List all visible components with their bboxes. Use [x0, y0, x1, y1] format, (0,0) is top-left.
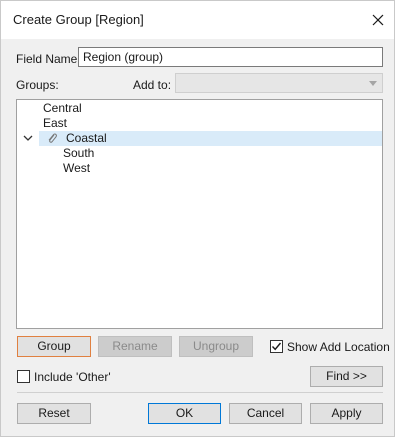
cancel-button[interactable]: Cancel: [229, 403, 302, 424]
close-icon[interactable]: [367, 9, 389, 31]
tree-item-label: South: [63, 146, 95, 160]
tree-item-label: Central: [43, 101, 82, 115]
reset-button[interactable]: Reset: [17, 403, 91, 424]
tree-item-label: West: [63, 161, 91, 175]
apply-button[interactable]: Apply: [310, 403, 383, 424]
show-add-location-label: Show Add Location: [287, 340, 390, 354]
field-name-input[interactable]: Region (group): [78, 47, 383, 67]
add-to-dropdown[interactable]: [175, 73, 383, 93]
divider: [17, 392, 383, 393]
rename-button[interactable]: Rename: [98, 336, 172, 357]
tree-item-east[interactable]: East: [43, 116, 67, 131]
tree-item-label: East: [43, 116, 68, 130]
field-name-label: Field Name:: [16, 52, 81, 66]
paperclip-icon: [45, 131, 59, 146]
include-other-checkbox[interactable]: [17, 370, 30, 383]
group-button[interactable]: Group: [17, 336, 91, 357]
tree-item-label: Coastal: [66, 131, 107, 145]
tree-item-central[interactable]: Central: [43, 101, 82, 116]
tree-item-coastal[interactable]: Coastal: [39, 131, 382, 146]
create-group-dialog: Create Group [Region] Field Name: Region…: [0, 0, 395, 437]
include-other-label: Include 'Other': [34, 370, 111, 384]
tree-item-south[interactable]: South: [63, 146, 94, 161]
window-title: Create Group [Region]: [13, 12, 144, 27]
add-to-label: Add to:: [133, 78, 172, 92]
groups-tree[interactable]: Central East Coastal South West: [16, 99, 383, 329]
groups-label: Groups:: [16, 78, 59, 92]
ok-button[interactable]: OK: [148, 403, 221, 424]
title-bar: Create Group [Region]: [1, 1, 394, 39]
chevron-down-icon: [369, 81, 377, 86]
show-add-location-checkbox[interactable]: [270, 340, 283, 353]
tree-item-west[interactable]: West: [63, 161, 90, 176]
ungroup-button[interactable]: Ungroup: [179, 336, 253, 357]
expand-chevron-icon[interactable]: [21, 131, 35, 145]
find-button[interactable]: Find >>: [310, 366, 383, 387]
checkmark-icon: [271, 342, 282, 351]
